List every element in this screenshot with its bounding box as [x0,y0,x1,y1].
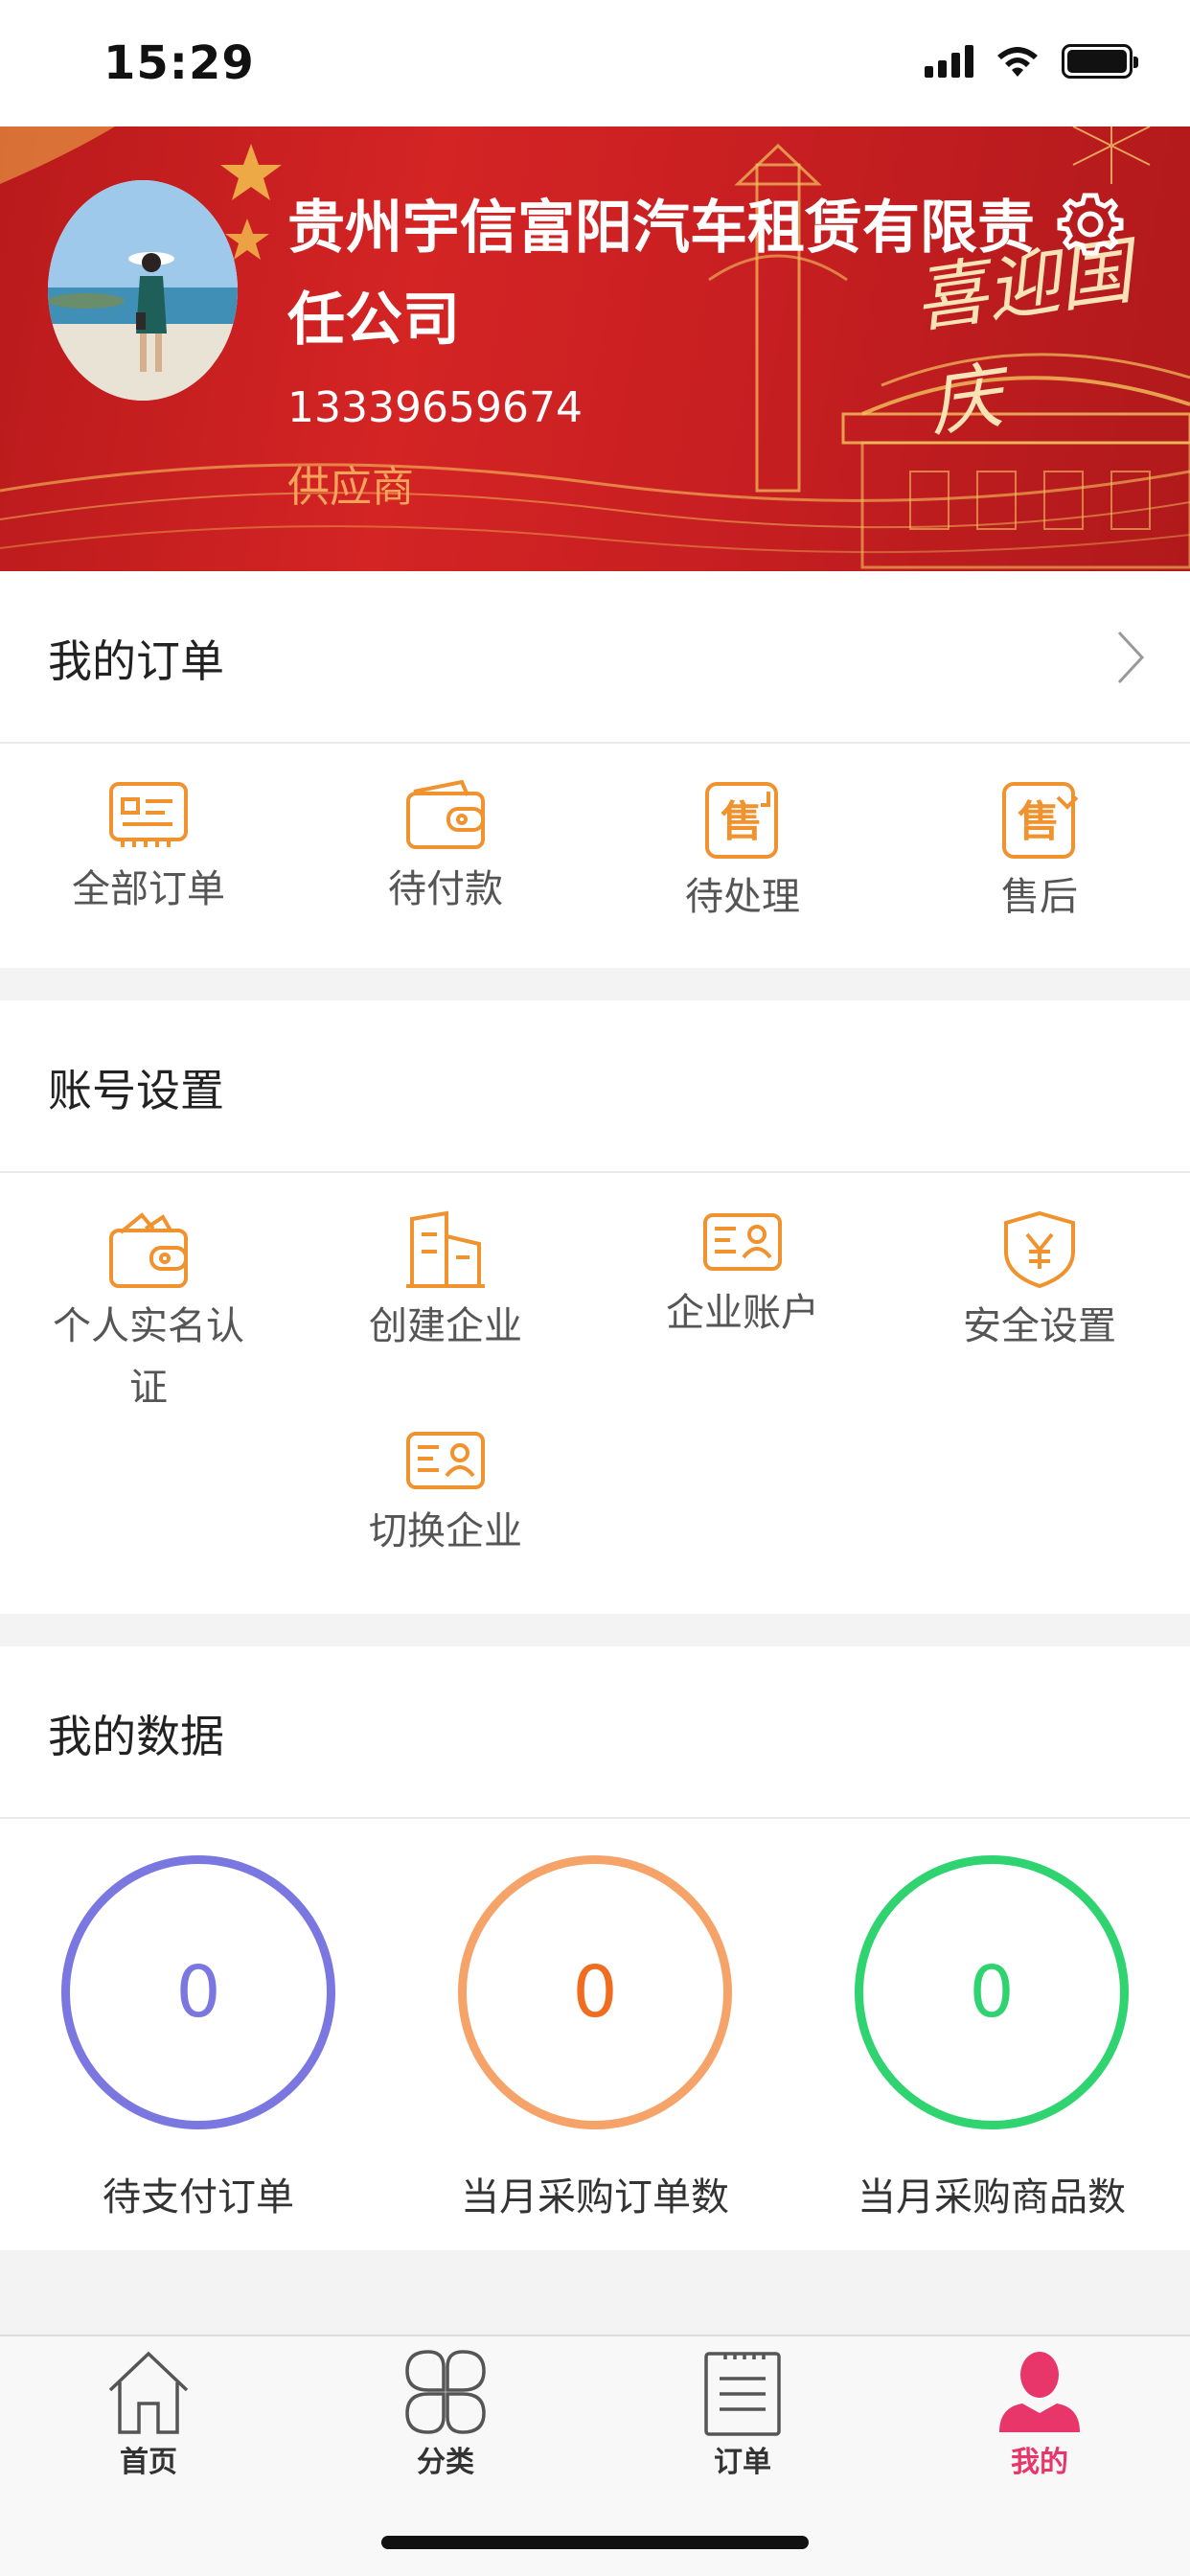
account-item-real-name[interactable]: 个人实名认证 [0,1209,297,1418]
account-item-label: 安全设置 [963,1304,1116,1348]
screen: 15:29 喜迎国庆 贵州宇信富阳汽车租赁有限责任公司 13339659674 … [0,0,1190,2576]
account-item-label: 个人实名认证 [53,1304,244,1410]
data-header: 我的数据 [0,1646,1190,1819]
status-time: 15:29 [103,36,255,90]
order-item-label: 待付款 [388,867,503,911]
company-name: 贵州宇信富阳汽车租赁有限责任公司 [287,195,1035,354]
status-bar: 15:29 [0,0,1190,126]
profile-banner: 喜迎国庆 贵州宇信富阳汽车租赁有限责任公司 13339659674 供应商 [0,126,1190,571]
stat-ring: 0 [61,1855,335,2129]
order-item-label: 全部订单 [72,867,225,911]
all-orders-icon [109,782,188,847]
svg-text:售: 售 [1018,797,1060,846]
id-card-icon [703,1213,782,1271]
category-icon [405,2350,486,2434]
building-icon [406,1210,485,1288]
tab-label: 首页 [120,2446,177,2479]
stat-label: 当月采购订单数 [461,2175,729,2220]
data-title: 我的数据 [48,1711,224,1762]
order-item-label: 售后 [1001,875,1078,919]
account-title: 账号设置 [48,1065,224,1116]
id-card-icon [406,1432,485,1489]
orders-header[interactable]: 我的订单 [0,571,1190,744]
account-item-label: 切换企业 [369,1509,522,1553]
stat-value: 0 [969,1951,1015,2034]
home-indicator[interactable] [381,2536,809,2549]
stat-monthly-orders[interactable]: 0 当月采购订单数 [397,1855,793,2221]
chevron-right-icon[interactable] [1111,627,1150,688]
tab-orders[interactable]: 订单 [594,2336,891,2490]
account-header: 账号设置 [0,1000,1190,1173]
status-icons [925,44,1138,79]
account-item-create-company[interactable]: 创建企业 [297,1209,594,1357]
tab-label: 分类 [417,2446,474,2479]
phone-number: 13339659674 [287,383,583,432]
wallet-card-icon [109,1212,188,1288]
stat-monthly-products[interactable]: 0 当月采购商品数 [793,1855,1190,2221]
role-label: 供应商 [287,463,414,512]
order-list-icon [704,2352,781,2436]
order-item-all[interactable]: 全部订单 [0,778,297,920]
tab-mine[interactable]: 我的 [891,2336,1188,2490]
order-item-pending-payment[interactable]: 待付款 [297,778,594,920]
tab-home[interactable]: 首页 [0,2336,297,2490]
account-item-security[interactable]: 安全设置 [891,1209,1188,1357]
account-item-label: 企业账户 [666,1291,819,1335]
svg-text:售: 售 [721,797,763,846]
stat-label: 当月采购商品数 [858,2175,1126,2220]
stat-ring: 0 [855,1855,1129,2129]
settings-gear-icon[interactable] [1056,190,1125,259]
stat-value: 0 [175,1951,221,2034]
wallet-icon [406,779,485,849]
battery-icon [1062,44,1138,79]
person-icon [999,2352,1080,2432]
order-item-label: 待处理 [685,875,800,919]
orders-title: 我的订单 [48,635,224,687]
sale-pending-icon: 售 [705,782,778,859]
order-item-after-sale[interactable]: 售 售后 [891,778,1188,928]
avatar[interactable] [48,180,238,401]
stat-ring: 0 [458,1855,732,2129]
shield-yen-icon [1004,1210,1075,1289]
wifi-icon [997,47,1038,77]
tab-label: 我的 [1011,2446,1068,2479]
account-item-switch-company[interactable]: 切换企业 [297,1428,594,1562]
stat-pending-payment[interactable]: 0 待支付订单 [0,1855,397,2221]
tab-category[interactable]: 分类 [297,2336,594,2490]
stat-label: 待支付订单 [103,2175,294,2220]
cellular-signal-icon [925,45,973,78]
avatar-photo [48,180,238,401]
home-icon [108,2351,189,2434]
stat-value: 0 [572,1951,618,2034]
account-item-label: 创建企业 [369,1304,522,1348]
after-sale-icon: 售 [1002,782,1079,859]
account-item-company-account[interactable]: 企业账户 [594,1209,891,1344]
order-item-pending-process[interactable]: 售 待处理 [594,778,891,928]
tab-label: 订单 [714,2446,771,2479]
